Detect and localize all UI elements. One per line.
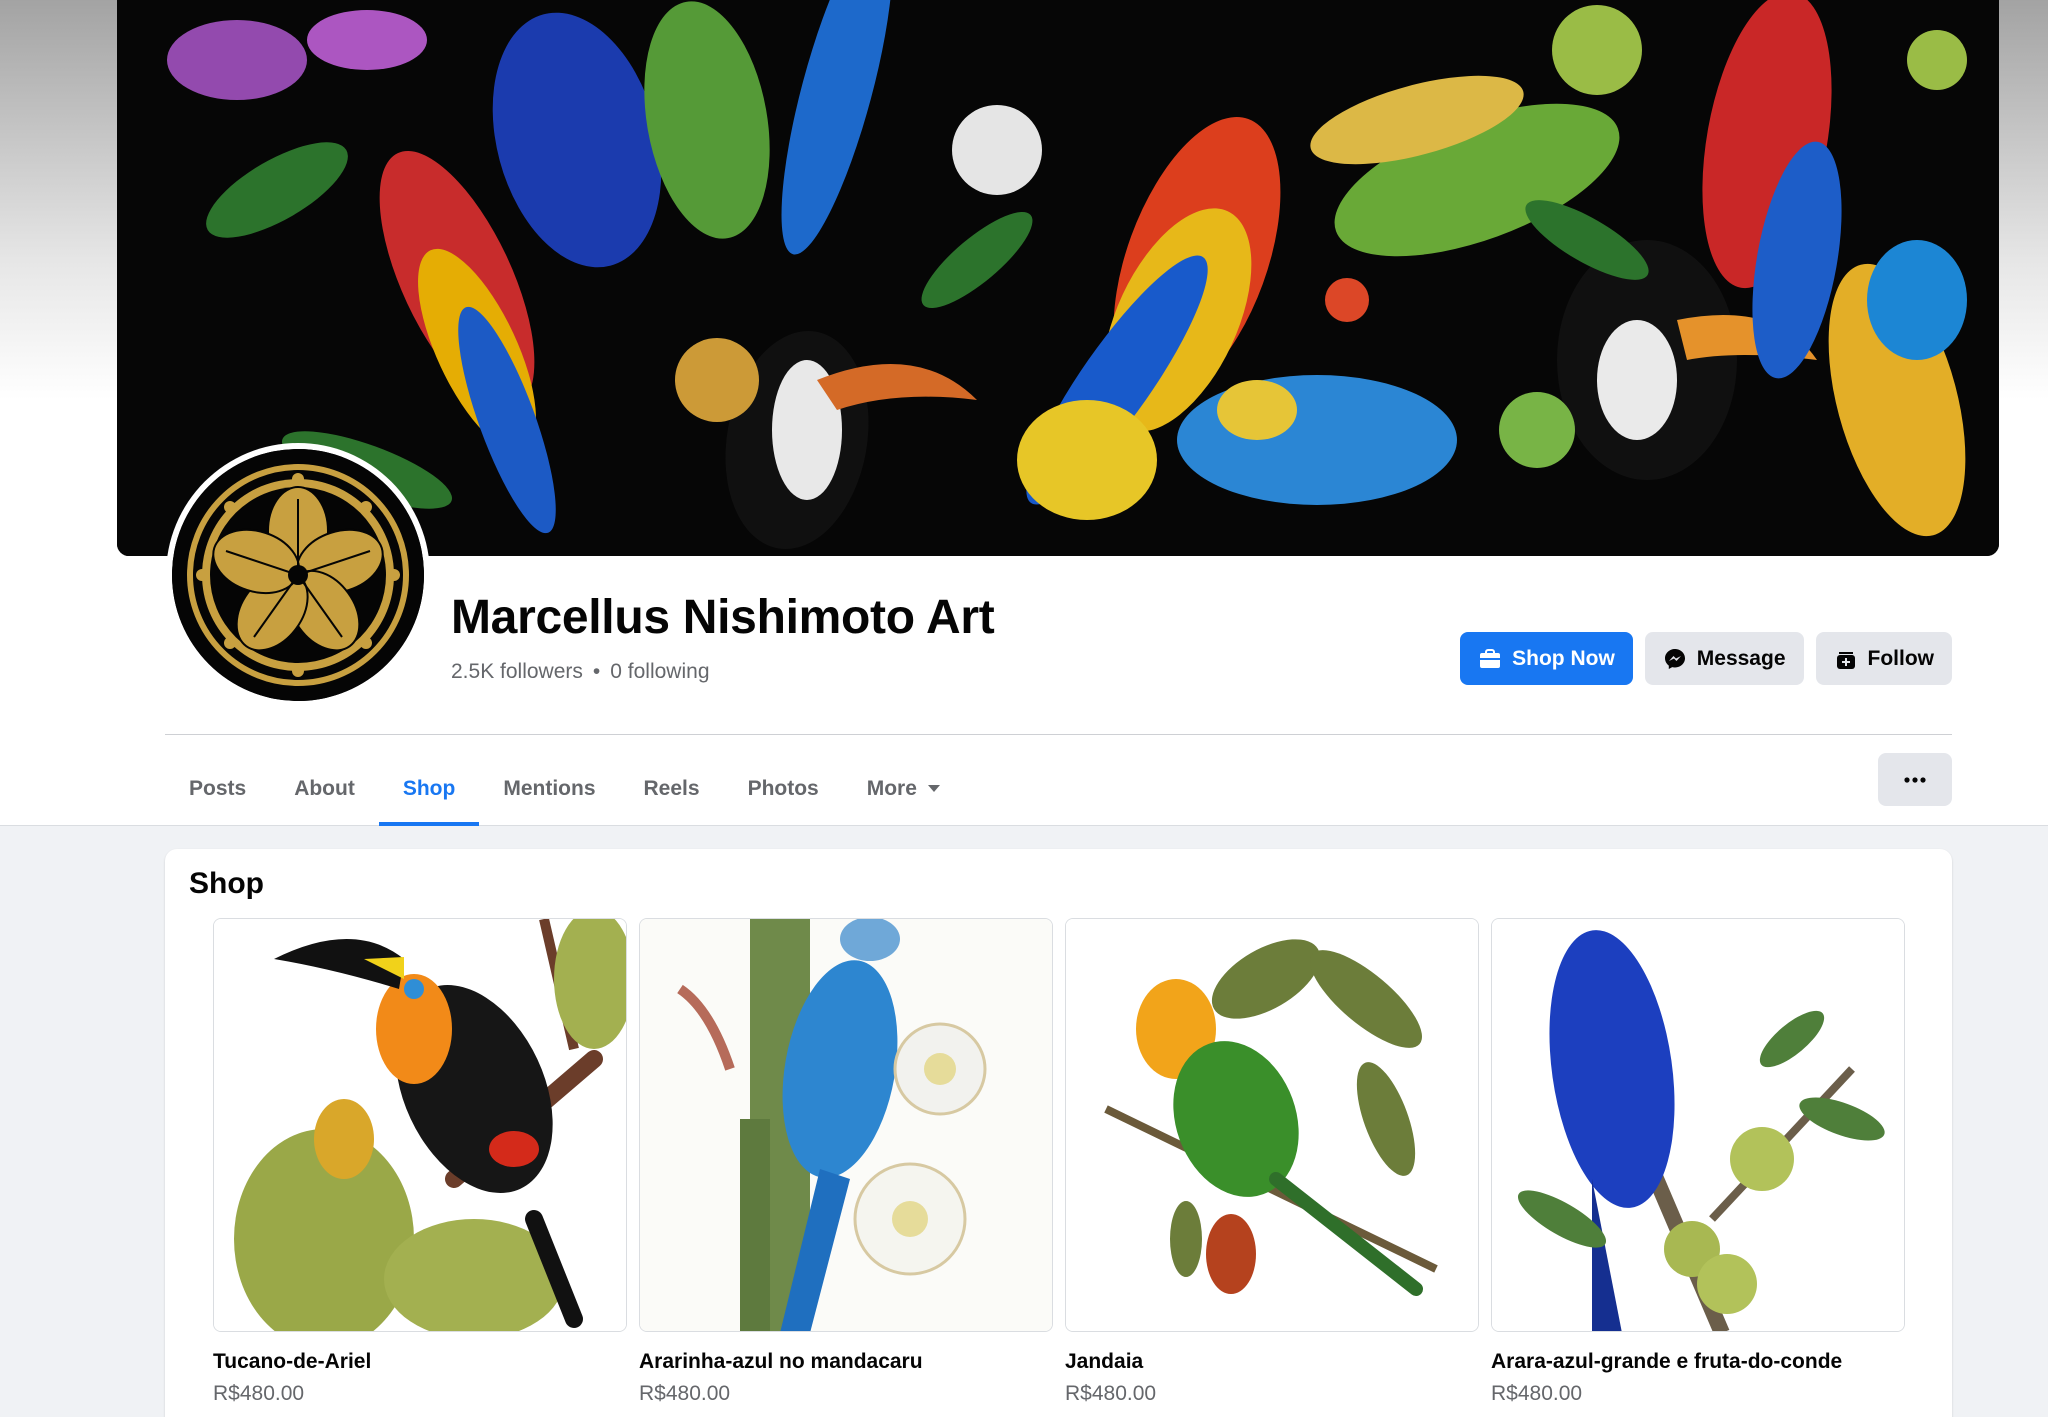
product-name[interactable]: Arara-azul-grande e fruta-do-conde bbox=[1491, 1350, 1905, 1374]
ellipsis-icon bbox=[1904, 776, 1926, 783]
overflow-menu-button[interactable] bbox=[1878, 753, 1952, 806]
follow-label: Follow bbox=[1867, 646, 1935, 670]
tab-mentions[interactable]: Mentions bbox=[479, 752, 619, 826]
shop-now-button[interactable]: Shop Now bbox=[1460, 632, 1633, 685]
message-label: Message bbox=[1696, 646, 1786, 670]
tab-label: Shop bbox=[402, 777, 456, 800]
stats-separator: • bbox=[592, 660, 601, 683]
caret-down-icon bbox=[927, 785, 940, 792]
product-image[interactable] bbox=[213, 918, 627, 1332]
tab-about[interactable]: About bbox=[270, 752, 379, 826]
tab-shop[interactable]: Shop bbox=[378, 752, 480, 826]
tab-label: More bbox=[866, 777, 917, 800]
follow-button[interactable]: Follow bbox=[1815, 632, 1952, 685]
product-price: R$480.00 bbox=[1065, 1382, 1157, 1405]
messenger-icon bbox=[1664, 648, 1685, 669]
page-actions: Shop Now Message Follow bbox=[1460, 632, 1952, 685]
product-price: R$480.00 bbox=[1491, 1382, 1583, 1405]
shop-now-label: Shop Now bbox=[1512, 646, 1615, 670]
page-avatar[interactable] bbox=[166, 443, 430, 707]
logo-mark bbox=[172, 449, 424, 701]
product-name[interactable]: Tucano-de-Ariel bbox=[213, 1350, 627, 1374]
product-name[interactable]: Jandaia bbox=[1065, 1350, 1479, 1374]
shop-section: Shop Tucano-de-Ariel R$480.00 Ararinha-a… bbox=[165, 849, 1952, 1417]
product-price: R$480.00 bbox=[213, 1382, 305, 1405]
page-title: Marcellus Nishimoto Art bbox=[451, 591, 995, 644]
product-image[interactable] bbox=[1065, 918, 1479, 1332]
product-image[interactable] bbox=[1491, 918, 1905, 1332]
product-card[interactable]: Ararinha-azul no mandacaru R$480.00 bbox=[639, 918, 1053, 1406]
page-stats: 2.5K followers • 0 following bbox=[451, 660, 710, 684]
tab-posts[interactable]: Posts bbox=[165, 752, 270, 826]
product-price: R$480.00 bbox=[639, 1382, 731, 1405]
follow-add-icon bbox=[1836, 651, 1855, 669]
product-name[interactable]: Ararinha-azul no mandacaru bbox=[639, 1350, 1053, 1374]
tab-label: About bbox=[294, 777, 355, 800]
tab-label: Mentions bbox=[503, 777, 596, 800]
message-button[interactable]: Message bbox=[1644, 632, 1804, 685]
header-divider bbox=[165, 734, 1952, 735]
page-tabs: Posts About Shop Mentions Reels Photos M… bbox=[165, 752, 965, 826]
tab-label: Reels bbox=[643, 777, 700, 800]
tab-label: Posts bbox=[189, 777, 247, 800]
shop-section-title: Shop bbox=[189, 867, 264, 900]
tab-more[interactable]: More bbox=[843, 752, 965, 826]
tab-photos[interactable]: Photos bbox=[724, 752, 843, 826]
tab-reels[interactable]: Reels bbox=[620, 752, 724, 826]
product-card[interactable]: Jandaia R$480.00 bbox=[1065, 918, 1479, 1406]
following-count[interactable]: 0 following bbox=[610, 660, 709, 684]
profile-header: Marcellus Nishimoto Art 2.5K followers •… bbox=[0, 0, 2048, 826]
shopping-bag-icon bbox=[1480, 648, 1501, 668]
tab-label: Photos bbox=[747, 777, 819, 800]
product-card[interactable]: Arara-azul-grande e fruta-do-conde R$480… bbox=[1491, 918, 1905, 1406]
cover-photo[interactable] bbox=[117, 0, 1999, 556]
product-card[interactable]: Tucano-de-Ariel R$480.00 bbox=[213, 918, 627, 1406]
product-image[interactable] bbox=[639, 918, 1053, 1332]
followers-count[interactable]: 2.5K followers bbox=[451, 660, 583, 684]
